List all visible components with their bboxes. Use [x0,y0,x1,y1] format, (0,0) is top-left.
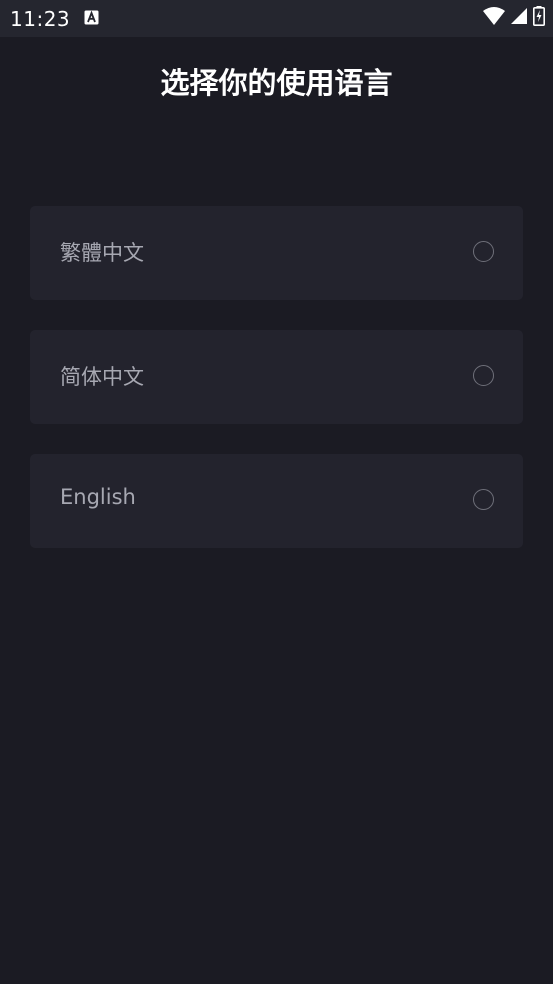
language-option-simplified-chinese[interactable]: 简体中文 [30,330,523,424]
language-option-traditional-chinese[interactable]: 繁體中文 [30,206,523,300]
page-title: 选择你的使用语言 [160,66,393,100]
radio-button[interactable] [473,241,494,262]
language-option-english[interactable]: English [30,454,523,548]
status-time: 11:23 [10,7,71,31]
radio-button[interactable] [473,489,494,510]
status-bar: 11:23 [0,0,553,37]
wifi-icon [483,7,505,29]
a-text-icon [84,10,99,25]
signal-icon [511,8,527,28]
language-label: English [60,485,136,509]
language-label: 简体中文 [60,365,144,389]
language-label: 繁體中文 [60,241,144,265]
radio-button[interactable] [473,365,494,386]
battery-icon [533,6,545,30]
